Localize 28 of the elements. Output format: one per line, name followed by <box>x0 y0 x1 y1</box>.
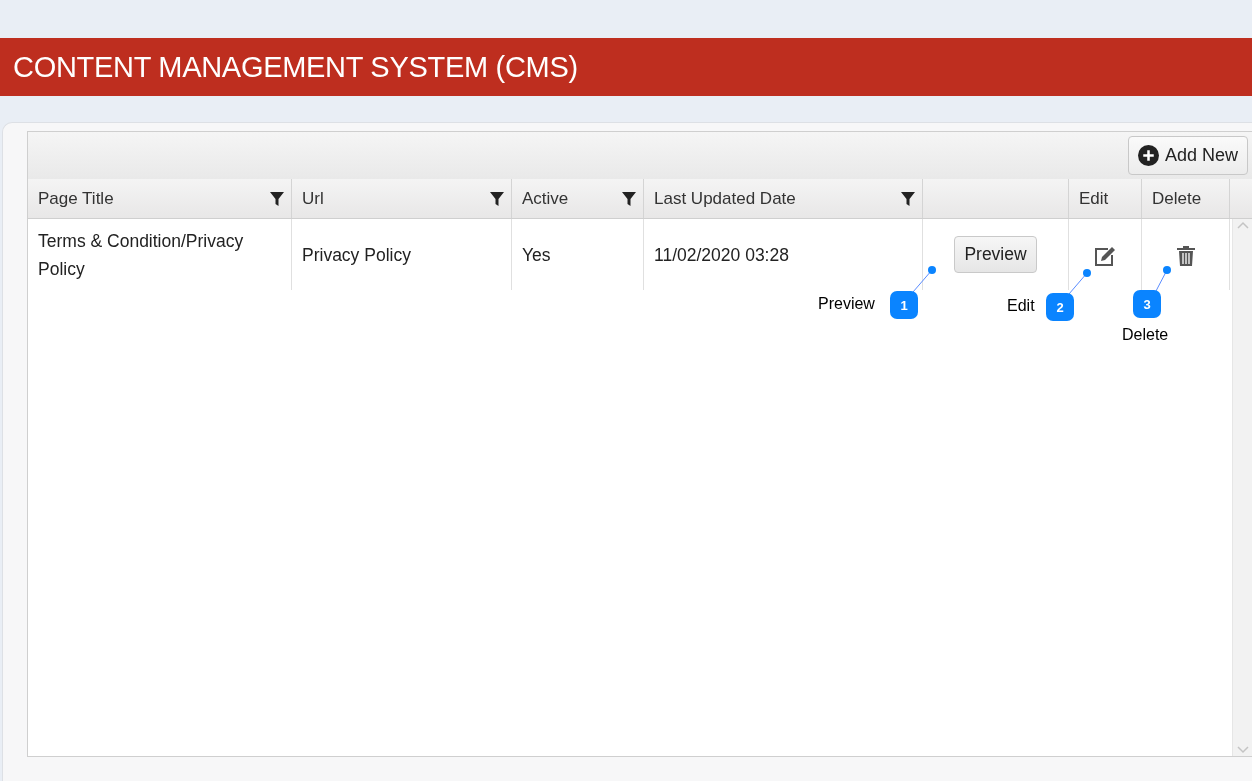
filter-icon[interactable] <box>621 190 637 207</box>
table-cell: Yes <box>512 219 644 290</box>
leader-line <box>1068 269 1091 295</box>
column-header: Url <box>302 188 324 209</box>
column-header: Delete <box>1152 188 1202 209</box>
callout-badge: 1 <box>890 291 918 319</box>
callout-label: Preview <box>818 295 875 313</box>
filter-icon[interactable] <box>900 190 916 207</box>
callout-badge: 2 <box>1046 293 1074 321</box>
table-cell: 11/02/2020 03:28 <box>644 219 923 290</box>
plus-circle-icon <box>1137 145 1159 166</box>
column-header: Last Updated Date <box>654 188 796 209</box>
app-title: CONTENT MANAGEMENT SYSTEM (CMS) <box>13 50 578 84</box>
column-header: Edit <box>1079 188 1109 209</box>
table-cell: Terms & Condition/Privacy Policy <box>28 219 292 290</box>
callout-label: Edit <box>1007 297 1035 315</box>
trash-icon[interactable] <box>1175 245 1196 266</box>
table-cell: Privacy Policy <box>292 219 512 290</box>
add-new-button[interactable]: Add New <box>1127 136 1248 175</box>
leader-line <box>1155 266 1171 292</box>
filter-icon[interactable] <box>489 190 505 207</box>
filter-icon[interactable] <box>269 190 285 207</box>
column-header: Active <box>522 188 569 209</box>
callout-label: Delete <box>1122 326 1169 344</box>
leader-line <box>912 266 936 293</box>
column-header: Page Title <box>38 188 114 209</box>
callout-badge: 3 <box>1133 290 1161 318</box>
preview-button[interactable]: Preview <box>954 236 1037 273</box>
